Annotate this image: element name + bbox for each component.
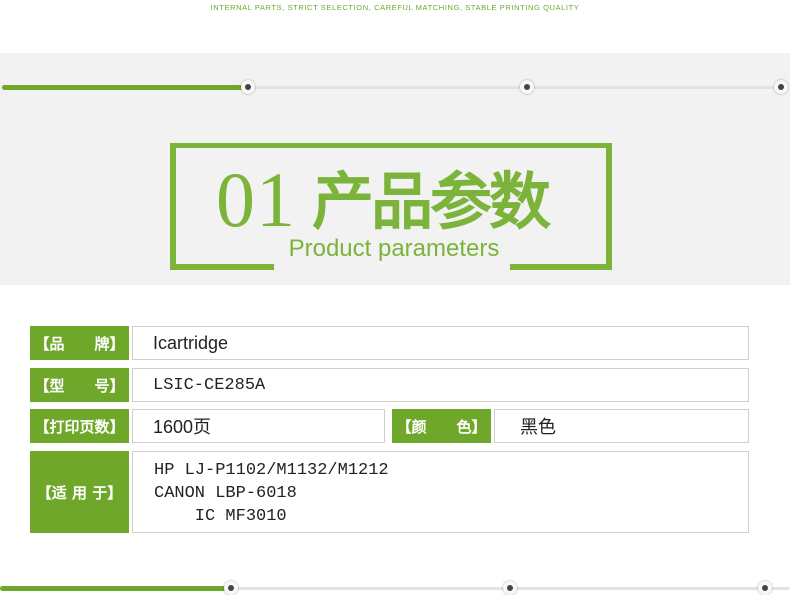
compatible-models: HP LJ-P1102/M1132/M1212 CANON LBP-6018 I… <box>132 451 749 533</box>
fit-label: 【适 用 于】 <box>30 451 129 533</box>
brand-value: Icartridge <box>132 326 749 360</box>
brand-label: 【品 牌】 <box>30 326 129 360</box>
progress-step-bottom-3[interactable] <box>758 581 772 595</box>
model-line: IC MF3010 <box>154 507 287 526</box>
progress-step-bottom-2[interactable] <box>503 581 517 595</box>
pages-label: 【打印页数】 <box>30 409 129 443</box>
color-label: 【颜 色】 <box>392 409 491 443</box>
progress-fill-bottom <box>0 586 226 591</box>
color-value: 黑色 <box>494 409 749 443</box>
tagline: INTERNAL PARTS, STRICT SELECTION, CAREFU… <box>210 3 580 12</box>
model-value: LSIC-CE285A <box>132 368 749 402</box>
model-line: CANON LBP-6018 <box>154 484 297 503</box>
progress-step-bottom-1[interactable] <box>224 581 238 595</box>
pages-value: 1600页 <box>132 409 385 443</box>
progress-fill <box>2 85 248 90</box>
progress-step-1[interactable] <box>241 80 255 94</box>
section-title-en: Product parameters <box>288 235 500 262</box>
section-number: 01 <box>216 156 296 243</box>
progress-step-2[interactable] <box>520 80 534 94</box>
progress-step-3[interactable] <box>774 80 788 94</box>
frame-gap <box>274 262 510 276</box>
section-title-cn: 产品参数 <box>312 165 551 238</box>
model-line: HP LJ-P1102/M1132/M1212 <box>154 461 389 480</box>
model-label: 【型 号】 <box>30 368 129 402</box>
